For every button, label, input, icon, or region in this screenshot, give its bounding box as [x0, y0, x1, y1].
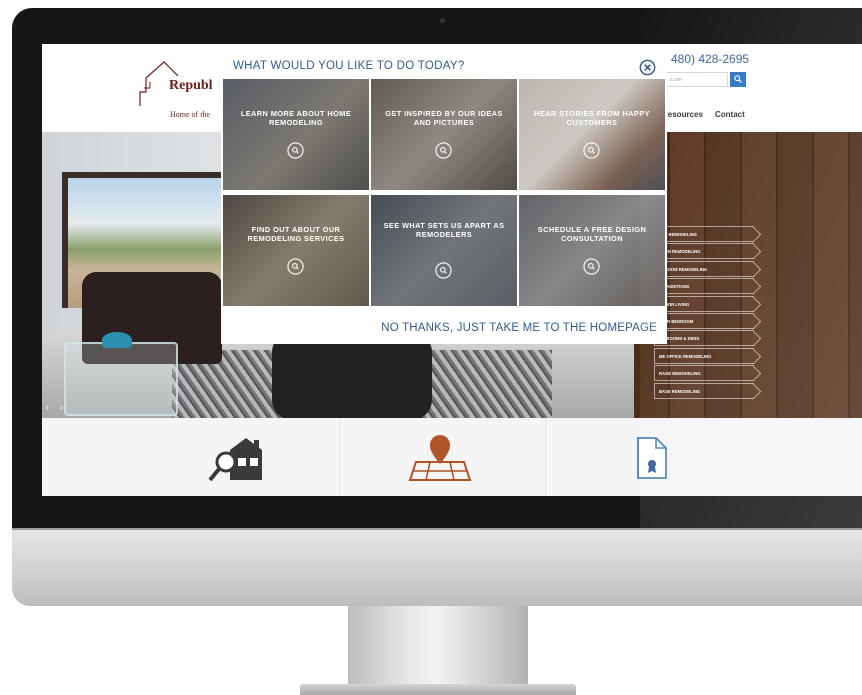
monitor-chin-edge [12, 528, 862, 530]
tile-overlay [223, 195, 369, 306]
close-icon[interactable] [639, 59, 656, 76]
magnifier-icon [435, 262, 452, 279]
skip-to-homepage-link[interactable]: NO THANKS, JUST TAKE ME TO THE HOMEPAGE [341, 322, 657, 334]
tile-hear-stories[interactable]: HEAR STORIES FROM HAPPY CUSTOMERS [519, 79, 665, 190]
site-logo-text[interactable]: Republ [169, 78, 213, 94]
site-tagline: Home of the [170, 110, 210, 119]
services-menu-item[interactable]: RAGE REMODELING [654, 365, 754, 382]
magnifier-icon [287, 142, 304, 159]
tile-label: FIND OUT ABOUT OUR REMODELING SERVICES [247, 225, 345, 243]
hero-ottoman [272, 332, 432, 418]
tile-label: HEAR STORIES FROM HAPPY CUSTOMERS [534, 109, 650, 127]
welcome-modal: WHAT WOULD YOU LIKE TO DO TODAY? LEARN M… [221, 53, 667, 344]
camera-icon [440, 18, 445, 23]
services-menu: ENT REMODELING CHEN REMODELING THROOM RE… [654, 226, 754, 400]
tile-overlay [371, 79, 517, 190]
feature-divider [339, 418, 340, 496]
tile-label: LEARN MORE ABOUT HOME REMODELING [240, 109, 352, 127]
house-inspection-icon[interactable] [208, 436, 264, 482]
search-icon [734, 75, 742, 83]
tile-overlay [371, 195, 517, 306]
services-menu-item[interactable]: ENT REMODELING [654, 226, 754, 242]
modal-tile-grid: LEARN MORE ABOUT HOME REMODELING GET INS… [221, 79, 667, 313]
magnifier-icon [583, 258, 600, 275]
services-menu-item[interactable]: THROOM REMODELING [654, 260, 754, 277]
services-menu-item[interactable]: BASE REMODELING [654, 382, 754, 399]
tile-overlay [519, 195, 665, 306]
services-menu-item[interactable]: STER BEDROOM [654, 312, 754, 329]
monitor-stand-foot [300, 684, 576, 695]
monitor-chin [12, 528, 862, 606]
hero-vase [102, 332, 132, 348]
magnifier-icon [583, 142, 600, 159]
tile-learn-more[interactable]: LEARN MORE ABOUT HOME REMODELING [223, 79, 369, 190]
monitor-screen: Republ Home of the 480) 428-2695 a site … [42, 44, 862, 496]
magnifier-icon [287, 258, 304, 275]
slider-next-icon[interactable]: › [60, 402, 63, 412]
tile-label: SEE WHAT SETS US APART AS REMODELERS [383, 221, 505, 239]
previous-page-strip [90, 0, 790, 6]
feature-divider [545, 418, 546, 496]
nav-contact[interactable]: Contact [715, 110, 745, 119]
services-menu-item[interactable]: ME ADDITIONS [654, 278, 754, 295]
services-menu-item[interactable]: NG ROOMS & DENS [654, 330, 754, 347]
magnifier-icon [435, 142, 452, 159]
tile-find-services[interactable]: FIND OUT ABOUT OUR REMODELING SERVICES [223, 195, 369, 306]
feature-icons-row [42, 418, 862, 496]
tile-overlay [223, 79, 369, 190]
tile-schedule-consultation[interactable]: SCHEDULE A FREE DESIGN CONSULTATION [519, 195, 665, 306]
services-menu-item[interactable]: ME OFFICE REMODELING [654, 347, 754, 364]
tile-get-inspired[interactable]: GET INSPIRED BY OUR IDEAS AND PICTURES [371, 79, 517, 190]
search-button[interactable] [730, 72, 746, 87]
tile-what-sets-us-apart[interactable]: SEE WHAT SETS US APART AS REMODELERS [371, 195, 517, 306]
site-search-input[interactable]: a site [666, 72, 728, 87]
tile-label: SCHEDULE A FREE DESIGN CONSULTATION [537, 225, 647, 243]
monitor-stand [348, 606, 528, 686]
modal-title: WHAT WOULD YOU LIKE TO DO TODAY? [233, 60, 465, 72]
nav-resources[interactable]: Resources [662, 110, 703, 119]
services-menu-item[interactable]: TDOOR LIVING [654, 295, 754, 312]
tile-label: GET INSPIRED BY OUR IDEAS AND PICTURES [385, 109, 503, 127]
document-certificate-icon[interactable] [636, 436, 668, 480]
hero-glass-table [64, 342, 178, 416]
phone-number[interactable]: 480) 428-2695 [671, 52, 749, 66]
slider-prev-icon[interactable]: ‹ [46, 402, 49, 412]
services-menu-item[interactable]: CHEN REMODELING [654, 243, 754, 260]
tile-overlay [519, 79, 665, 190]
floorplan-pin-icon[interactable] [408, 434, 472, 484]
